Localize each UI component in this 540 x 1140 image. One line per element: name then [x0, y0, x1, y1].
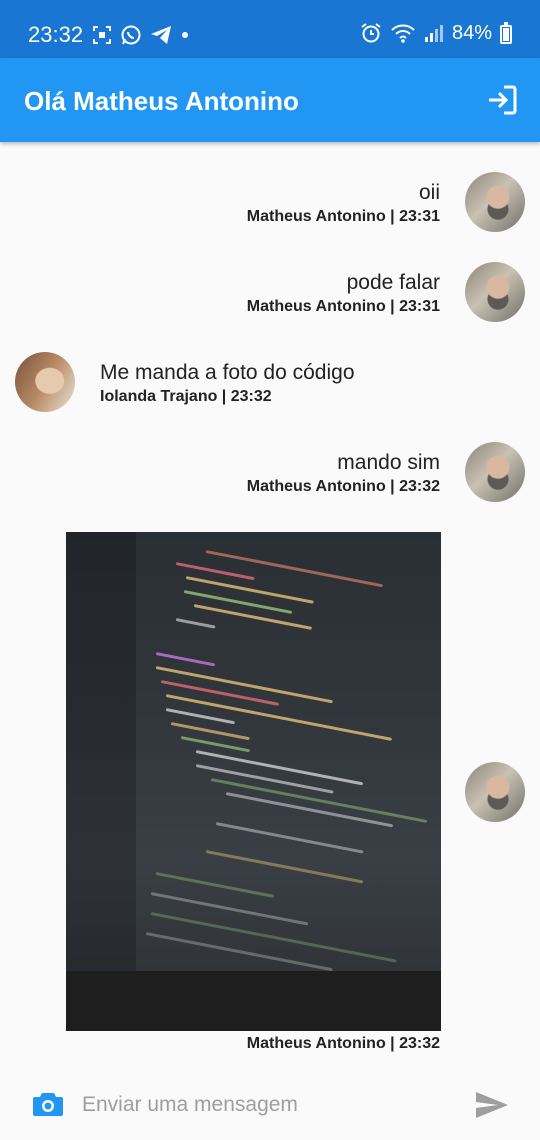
- alarm-icon: [361, 23, 381, 43]
- message-meta: Matheus Antonino | 23:32: [246, 478, 440, 495]
- message-meta: Matheus Antonino | 23:31: [246, 208, 440, 225]
- avatar: [465, 262, 525, 322]
- wifi-icon: [391, 24, 415, 43]
- avatar: [465, 172, 525, 232]
- page-title: Olá Matheus Antonino: [24, 86, 299, 116]
- battery-percentage: 84%: [451, 22, 492, 44]
- message-meta: Matheus Antonino | 23:31: [246, 298, 440, 315]
- status-bar: 23:32 84%: [0, 0, 540, 58]
- status-system-icons: [360, 22, 444, 44]
- signal-icon: [425, 25, 443, 42]
- telegram-icon: [151, 26, 171, 44]
- message-text: Me manda a foto do código: [100, 361, 355, 384]
- battery-icon: [500, 22, 512, 44]
- avatar: [15, 352, 75, 412]
- avatar: [465, 762, 525, 822]
- code-gutter: [66, 532, 136, 1031]
- status-notification-icons: [92, 24, 190, 46]
- screenshot-icon: [93, 26, 111, 44]
- message-input[interactable]: [82, 1088, 452, 1122]
- message-text: pode falar: [346, 271, 440, 294]
- send-button[interactable]: [474, 1090, 510, 1120]
- message-composer: [0, 1078, 540, 1140]
- avatar: [465, 442, 525, 502]
- logout-icon: [489, 85, 517, 115]
- send-icon: [476, 1092, 508, 1118]
- message-item: Me manda a foto do código Iolanda Trajan…: [0, 352, 540, 414]
- message-item: oii Matheus Antonino | 23:31: [0, 172, 540, 234]
- camera-icon: [33, 1093, 63, 1116]
- logout-button[interactable]: [484, 82, 520, 118]
- message-meta: Iolanda Trajano | 23:32: [100, 388, 272, 405]
- dot-icon: [182, 32, 188, 38]
- message-item: pode falar Matheus Antonino | 23:31: [0, 262, 540, 324]
- status-time: 23:32: [28, 22, 84, 47]
- message-text: mando sim: [337, 451, 440, 474]
- message-image[interactable]: [66, 532, 441, 1031]
- message-text: oii: [418, 181, 440, 204]
- camera-button[interactable]: [32, 1090, 64, 1118]
- whatsapp-icon: [121, 25, 141, 45]
- app-bar: Olá Matheus Antonino: [0, 58, 540, 142]
- message-meta: Matheus Antonino | 23:32: [246, 1035, 440, 1052]
- message-item: mando sim Matheus Antonino | 23:32: [0, 442, 540, 504]
